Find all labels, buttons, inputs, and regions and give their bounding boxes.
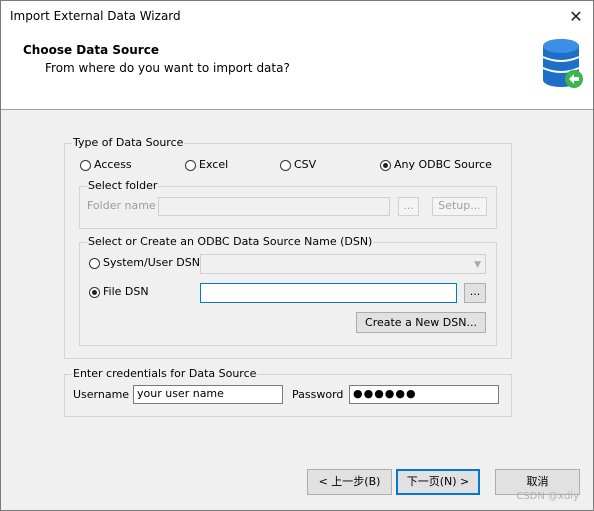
password-label: Password [292,388,344,401]
setup-button[interactable]: Setup... [432,197,487,216]
wizard-window: Import External Data Wizard ✕ Choose Dat… [0,0,594,511]
radio-file-dsn-indicator [89,286,100,298]
radio-system-user-dsn[interactable]: System/User DSN [89,256,200,270]
radio-csv-label: CSV [294,158,317,171]
file-dsn-input[interactable] [200,283,457,303]
radio-csv[interactable]: CSV [280,158,316,172]
back-button[interactable]: < 上一步(B) [307,469,392,495]
radio-any-odbc-indicator [380,159,391,171]
window-title: Import External Data Wizard [10,9,181,23]
radio-system-user-dsn-label: System/User DSN [103,256,200,269]
folder-name-label: Folder name [87,199,156,212]
radio-excel-label: Excel [199,158,229,171]
page-subtitle: From where do you want to import data? [45,61,290,75]
page-title: Choose Data Source [23,43,159,57]
dsn-legend: Select or Create an ODBC Data Source Nam… [87,235,374,249]
radio-access-label: Access [94,158,132,171]
watermark-text: CSDN @xdiy [516,491,579,502]
radio-file-dsn[interactable]: File DSN [89,285,149,299]
radio-any-odbc-label: Any ODBC Source [394,158,492,171]
radio-any-odbc[interactable]: Any ODBC Source [380,158,492,172]
create-new-dsn-button[interactable]: Create a New DSN... [356,312,486,333]
radio-csv-indicator [280,159,291,171]
database-import-icon [542,39,583,88]
wizard-header: Choose Data Source From where do you wan… [1,31,593,110]
username-input[interactable]: your user name [133,385,283,404]
title-bar: Import External Data Wizard ✕ [1,1,593,31]
close-button[interactable]: ✕ [559,1,593,31]
folder-browse-button[interactable]: ... [398,197,419,216]
radio-system-user-dsn-indicator [89,257,100,269]
credentials-legend: Enter credentials for Data Source [72,367,258,381]
radio-access-indicator [80,159,91,171]
next-button[interactable]: 下一页(N) > [396,469,480,495]
source-type-legend: Type of Data Source [72,136,185,150]
folder-name-input[interactable] [158,197,390,216]
radio-excel-indicator [185,159,196,171]
select-folder-legend: Select folder [87,179,159,193]
username-label: Username [73,388,130,401]
radio-file-dsn-label: File DSN [103,285,149,298]
file-dsn-browse-button[interactable]: ... [464,283,486,303]
chevron-down-icon: ▼ [474,260,481,270]
radio-access[interactable]: Access [80,158,132,172]
radio-excel[interactable]: Excel [185,158,228,172]
password-input[interactable]: ●●●●●● [349,385,499,404]
system-user-dsn-combo[interactable]: ▼ [200,254,486,274]
close-icon: ✕ [569,6,583,26]
